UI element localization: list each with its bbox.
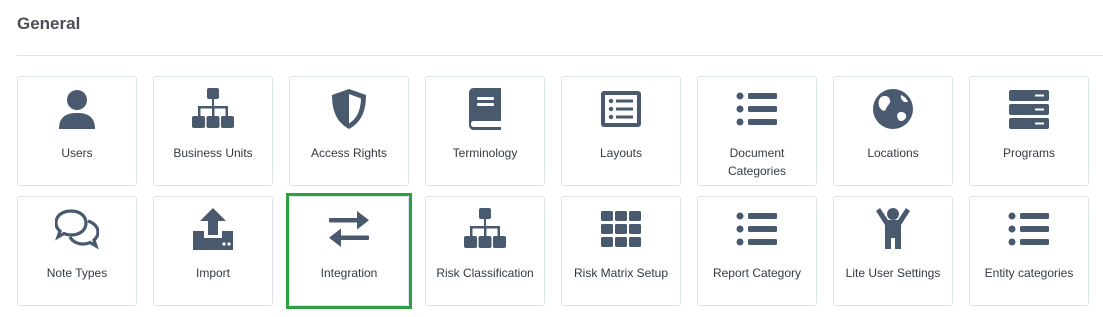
tile-risk-matrix-setup[interactable]: Risk Matrix Setup [561,196,681,306]
tile-entity-categories[interactable]: Entity categories [969,196,1089,306]
book-icon [463,87,507,131]
tile-label: Integration [320,266,378,280]
tile-risk-classification[interactable]: Risk Classification [425,196,545,306]
settings-page: General Users Business Units Access Righ… [0,0,1103,317]
globe-icon [871,87,915,131]
tile-label: Entity categories [984,266,1074,280]
tile-label: Import [195,266,230,280]
list-icon [735,207,779,251]
tile-report-category[interactable]: Report Category [697,196,817,306]
exchange-icon [327,207,371,251]
tile-lite-user-settings[interactable]: Lite User Settings [833,196,953,306]
tile-document-categories[interactable]: Document Categories [697,76,817,186]
tile-label: Report Category [712,266,802,280]
tile-import[interactable]: Import [153,196,273,306]
tile-label: Document Categories [727,146,787,178]
tile-label: Risk Matrix Setup [573,266,669,280]
tile-terminology[interactable]: Terminology [425,76,545,186]
upload-icon [191,207,235,251]
tile-access-rights[interactable]: Access Rights [289,76,409,186]
tile-label: Business Units [173,146,253,160]
org-chart-icon [463,207,507,251]
list-icon [1007,207,1051,251]
tile-label: Access Rights [310,146,388,160]
tile-label: Locations [867,146,919,160]
settings-tile-grid: Users Business Units Access Rights Termi… [17,76,1089,309]
tile-users[interactable]: Users [17,76,137,186]
tile-layouts[interactable]: Layouts [561,76,681,186]
shield-icon [327,87,371,131]
tile-integration[interactable]: Integration [286,193,412,309]
section-title: General [17,14,81,33]
list-alt-icon [599,87,643,131]
server-icon [1007,87,1051,131]
tile-label: Note Types [46,266,108,280]
tile-locations[interactable]: Locations [833,76,953,186]
tile-label: Lite User Settings [845,266,941,280]
user-icon [55,87,99,131]
section-divider [17,55,1103,56]
comments-icon [55,207,99,251]
tile-note-types[interactable]: Note Types [17,196,137,306]
child-icon [871,207,915,251]
tile-business-units[interactable]: Business Units [153,76,273,186]
tile-programs[interactable]: Programs [969,76,1089,186]
tile-label: Terminology [452,146,518,160]
list-icon [735,87,779,131]
tile-label: Risk Classification [436,266,534,280]
grid-icon [599,207,643,251]
tile-label: Users [61,146,93,160]
tile-label: Programs [1002,146,1055,160]
tile-label: Layouts [599,146,643,160]
org-chart-icon [191,87,235,131]
